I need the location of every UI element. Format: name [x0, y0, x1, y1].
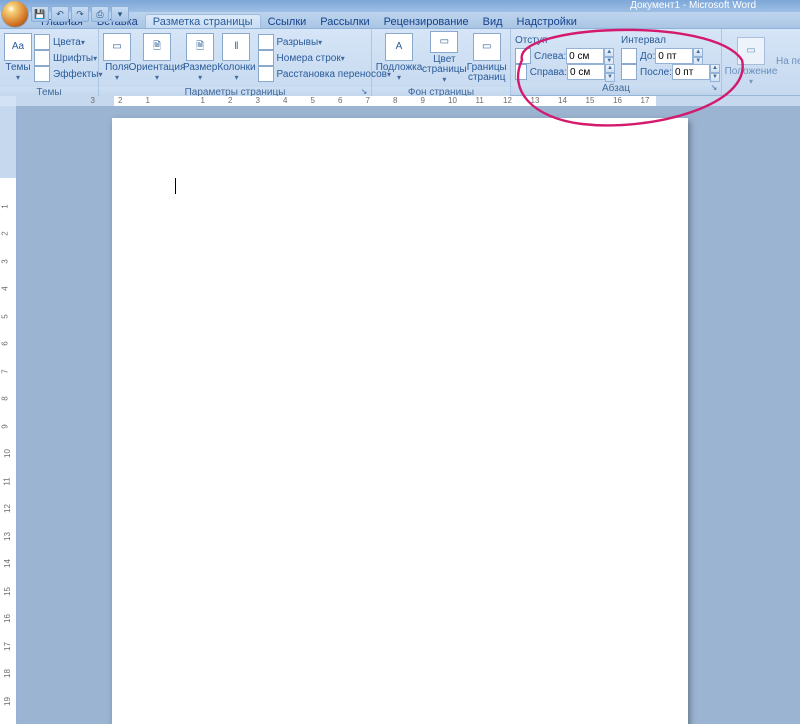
spacing-title: Интервал [621, 32, 720, 48]
indent-right-row: Справа: ▲▼ [515, 64, 615, 80]
spacing-after-icon [621, 64, 637, 80]
group-themes: Aa Темы Цвета Шрифты Эффекты Темы [0, 29, 99, 95]
tab-review[interactable]: Рецензирование [377, 15, 476, 28]
document-workspace: 12345678910111213141516171819202122 [0, 106, 800, 724]
breaks-icon [258, 34, 274, 50]
qat-undo-icon[interactable]: ↶ [51, 6, 69, 22]
document-page[interactable] [112, 118, 688, 724]
indent-left-row: Слева: ▲▼ [515, 48, 615, 64]
tab-addins[interactable]: Надстройки [510, 15, 584, 28]
spin-up-icon[interactable]: ▲ [710, 64, 720, 73]
margins-button[interactable]: ▭ Поля [103, 31, 131, 85]
group-arrange-label [722, 94, 800, 95]
qat-redo-icon[interactable]: ↷ [71, 6, 89, 22]
spin-up-icon[interactable]: ▲ [605, 64, 615, 73]
ribbon: Aa Темы Цвета Шрифты Эффекты Темы ▭ Поля… [0, 29, 800, 96]
line-numbers-button[interactable]: Номера строк [258, 50, 391, 66]
qat-customize-icon[interactable]: ▾ [111, 6, 129, 22]
tab-page-layout[interactable]: Разметка страницы [145, 14, 261, 28]
columns-button[interactable]: ‖ Колонки [217, 31, 255, 85]
themes-button[interactable]: Aa Темы [4, 31, 32, 85]
watermark-button[interactable]: A Подложка [376, 31, 422, 85]
qat-save-icon[interactable]: 💾 [31, 6, 49, 22]
indent-left-input[interactable]: ▲▼ [566, 48, 614, 64]
spacing-after-input[interactable]: ▲▼ [672, 64, 720, 80]
group-paragraph: Отступ Слева: ▲▼ Справа: ▲▼ [511, 29, 722, 95]
group-arrange: ▭ Положение На передний план [722, 29, 800, 95]
group-paragraph-label: Абзац↘ [511, 83, 721, 95]
position-icon: ▭ [737, 37, 765, 65]
spacing-after-field[interactable] [672, 64, 710, 80]
hyphenation-button[interactable]: Расстановка переносов [258, 66, 391, 82]
tab-references[interactable]: Ссылки [261, 15, 314, 28]
tab-mailings[interactable]: Рассылки [313, 15, 376, 28]
effects-icon [34, 66, 50, 82]
theme-fonts-button[interactable]: Шрифты [34, 50, 102, 66]
theme-effects-button[interactable]: Эффекты [34, 66, 102, 82]
spin-up-icon[interactable]: ▲ [693, 48, 703, 57]
columns-icon: ‖ [222, 33, 250, 61]
size-icon: 🗎 [186, 33, 214, 61]
page-borders-button[interactable]: ▭ Границы страниц [467, 31, 507, 85]
spacing-after-row: После: ▲▼ [621, 64, 720, 80]
indent-right-label: Справа: [530, 67, 567, 78]
spin-up-icon[interactable]: ▲ [604, 48, 614, 57]
paragraph-launcher[interactable]: ↘ [709, 83, 719, 93]
orientation-icon: 🗎 [143, 33, 171, 61]
indent-left-label: Слева: [534, 51, 566, 62]
vertical-ruler[interactable]: 12345678910111213141516171819202122 [0, 106, 17, 724]
margins-icon: ▭ [103, 33, 131, 61]
bring-front-button[interactable]: На передний план [776, 54, 800, 70]
spacing-before-icon [621, 48, 637, 64]
qat-print-icon[interactable]: ⎙ [91, 6, 109, 22]
size-button[interactable]: 🗎 Размер [183, 31, 217, 85]
watermark-icon: A [385, 33, 413, 61]
indent-title: Отступ [515, 32, 615, 48]
indent-left-icon [515, 48, 531, 64]
page-color-icon: ▭ [430, 31, 458, 53]
page-borders-icon: ▭ [473, 33, 501, 61]
palette-icon [34, 34, 50, 50]
spin-down-icon[interactable]: ▼ [710, 73, 720, 82]
orientation-button[interactable]: 🗎 Ориентация [131, 31, 183, 85]
themes-button-label: Темы [5, 63, 30, 73]
indent-right-icon [515, 64, 527, 80]
tab-view[interactable]: Вид [476, 15, 510, 28]
spacing-after-label: После: [640, 67, 672, 78]
indent-left-field[interactable] [566, 48, 604, 64]
spacing-before-row: До: ▲▼ [621, 48, 720, 64]
window-title: Документ1 - Microsoft Word [630, 0, 796, 12]
office-button[interactable] [2, 1, 28, 27]
theme-colors-button[interactable]: Цвета [34, 34, 102, 50]
spacing-before-field[interactable] [655, 48, 693, 64]
indent-right-input[interactable]: ▲▼ [567, 64, 615, 80]
quick-access-toolbar: 💾 ↶ ↷ ⎙ ▾ [0, 0, 130, 28]
position-button[interactable]: ▭ Положение [726, 35, 776, 89]
group-page-setup: ▭ Поля 🗎 Ориентация 🗎 Размер ‖ Колонки Р… [99, 29, 372, 95]
line-numbers-icon [258, 50, 274, 66]
hyphenation-icon [258, 66, 274, 82]
themes-icon: Aa [4, 33, 32, 61]
indent-right-field[interactable] [567, 64, 605, 80]
spin-down-icon[interactable]: ▼ [605, 73, 615, 82]
group-page-background: A Подложка ▭ Цвет страницы ▭ Границы стр… [372, 29, 511, 95]
spacing-before-label: До: [640, 51, 655, 62]
spacing-before-input[interactable]: ▲▼ [655, 48, 703, 64]
page-color-button[interactable]: ▭ Цвет страницы [422, 31, 467, 85]
breaks-button[interactable]: Разрывы [258, 34, 391, 50]
font-icon [34, 50, 50, 66]
text-cursor [175, 178, 176, 194]
